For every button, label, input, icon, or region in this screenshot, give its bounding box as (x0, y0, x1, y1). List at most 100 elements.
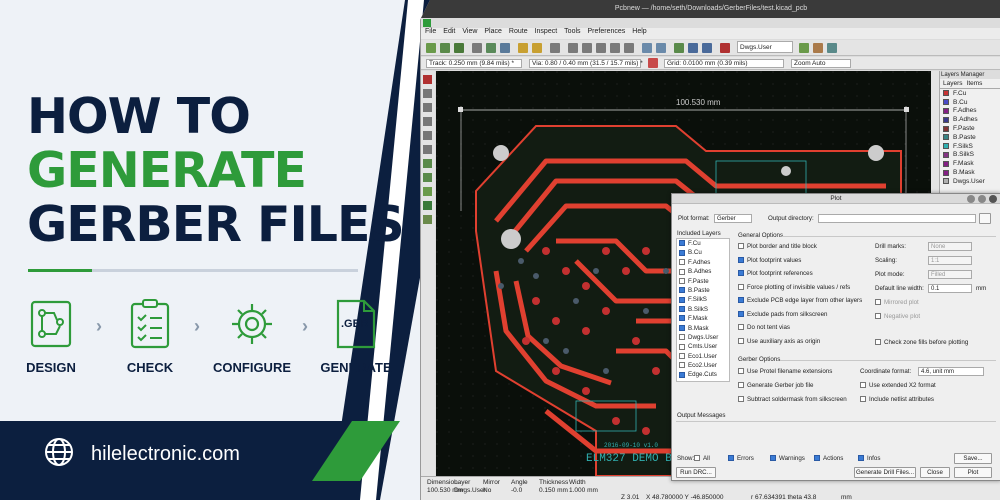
plot-icon[interactable] (500, 43, 510, 53)
layer-row[interactable]: F.Mask (940, 159, 1000, 168)
included-layer-item[interactable]: B.Paste (677, 286, 729, 295)
pad-sketch-icon[interactable] (423, 201, 432, 210)
plot-format-select[interactable]: Gerber (714, 214, 752, 223)
layer-checkbox[interactable] (679, 268, 685, 275)
run-drc-button[interactable]: Run DRC... (676, 467, 716, 478)
menu-item-tools[interactable]: Tools (564, 28, 580, 39)
layer-checkbox[interactable] (679, 353, 685, 360)
layer-checkbox[interactable] (679, 240, 685, 247)
option-checkbox[interactable] (738, 243, 744, 250)
open-board-icon[interactable] (440, 43, 450, 53)
included-layers-list[interactable]: F.Cu B.Cu F.Adhes B.Adhes F.Paste B.Paste F.Si… (676, 238, 730, 382)
via-sketch-icon[interactable] (423, 215, 432, 224)
general-option-checkbox[interactable]: Exclude PCB edge layer from other layers (738, 297, 862, 304)
auto-track-width-icon[interactable] (648, 58, 658, 68)
included-layer-item[interactable]: B.Adhes (677, 267, 729, 276)
layer-checkbox[interactable] (679, 249, 685, 256)
gerber-option-checkbox[interactable]: Subtract soldermask from silkscreen (738, 396, 847, 403)
mirrored-plot-checkbox[interactable]: Mirrored plot (875, 299, 919, 306)
website-url[interactable]: hilelectronic.com (91, 443, 240, 466)
zoom-in-icon[interactable] (582, 43, 592, 53)
option-checkbox[interactable] (738, 382, 744, 389)
layer-checkbox[interactable] (679, 315, 685, 322)
layer-checkbox[interactable] (679, 334, 685, 341)
search-icon[interactable] (550, 43, 560, 53)
units-mm-icon[interactable] (423, 131, 432, 140)
included-layer-item[interactable]: Dwgs.User (677, 333, 729, 342)
layer-row[interactable]: B.Adhes (940, 115, 1000, 124)
general-option-checkbox[interactable]: Plot footprint references (738, 270, 813, 277)
output-directory-input[interactable] (818, 214, 976, 223)
gerber-option-checkbox[interactable]: Generate Gerber job file (738, 382, 813, 389)
option-checkbox[interactable] (738, 310, 744, 317)
module-ratsnest-icon[interactable] (423, 173, 432, 182)
default-line-width-input[interactable]: 0.1 (928, 284, 972, 293)
tab-items[interactable]: Items (967, 80, 983, 87)
generate-drill-files-button[interactable]: Generate Drill Files... (854, 467, 916, 478)
option-checkbox[interactable] (738, 368, 744, 375)
included-layer-item[interactable]: B.SilkS (677, 305, 729, 314)
option-checkbox[interactable] (738, 270, 744, 277)
polar-coords-icon[interactable] (423, 103, 432, 112)
zoom-select[interactable]: Zoom Auto (791, 59, 851, 68)
print-icon[interactable] (486, 43, 496, 53)
save-messages-button[interactable]: Save... (954, 453, 992, 464)
show-filter-errors[interactable]: Errors (728, 455, 754, 462)
coordinate-format-select[interactable]: 4.6, unit mm (918, 367, 984, 376)
layer-pair-icon[interactable] (799, 43, 809, 53)
layer-checkbox[interactable] (679, 324, 685, 331)
maximize-icon[interactable] (978, 195, 986, 203)
layer-select[interactable]: Dwgs.User (737, 41, 793, 53)
general-option-checkbox[interactable]: Do not tent vias (738, 324, 790, 331)
option-checkbox[interactable] (738, 283, 744, 290)
undo-icon[interactable] (518, 43, 528, 53)
layer-row[interactable]: B.Paste (940, 133, 1000, 142)
layer-row[interactable]: F.Adhes (940, 107, 1000, 116)
menu-item-preferences[interactable]: Preferences (588, 28, 626, 39)
layer-row[interactable]: F.SilkS (940, 142, 1000, 151)
filter-checkbox[interactable] (694, 455, 700, 462)
rotate-cw-icon[interactable] (656, 43, 666, 53)
grid-select[interactable]: Grid: 0.0100 mm (0.39 mils) (664, 59, 784, 68)
output-messages-area[interactable] (676, 421, 996, 449)
option-checkbox[interactable] (738, 324, 744, 331)
layer-checkbox[interactable] (679, 259, 685, 266)
zoom-out-icon[interactable] (596, 43, 606, 53)
close-icon[interactable] (989, 195, 997, 203)
menu-item-edit[interactable]: Edit (443, 28, 455, 39)
cursor-shape-icon[interactable] (423, 145, 432, 154)
drc-marker-icon[interactable] (423, 75, 432, 84)
minimize-icon[interactable] (967, 195, 975, 203)
included-layer-item[interactable]: F.Adhes (677, 258, 729, 267)
scripting-icon[interactable] (813, 43, 823, 53)
grid-toggle-icon[interactable] (423, 89, 432, 98)
option-checkbox[interactable] (738, 337, 744, 344)
layer-row[interactable]: B.SilkS (940, 151, 1000, 160)
menu-item-route[interactable]: Route (509, 28, 528, 39)
folder-browse-icon[interactable] (979, 213, 991, 224)
ratsnest-icon[interactable] (423, 159, 432, 168)
menu-item-file[interactable]: File (425, 28, 436, 39)
included-layer-item[interactable]: F.Mask (677, 314, 729, 323)
general-option-checkbox[interactable]: Plot border and title block (738, 243, 817, 250)
layer-checkbox[interactable] (679, 306, 685, 313)
layer-row[interactable]: B.Cu (940, 98, 1000, 107)
layer-checkbox[interactable] (679, 277, 685, 284)
via-size-select[interactable]: Via: 0.80 / 0.40 mm (31.5 / 15.7 mils) * (529, 59, 643, 68)
gerber-option-checkbox[interactable]: Use Protel filename extensions (738, 368, 832, 375)
included-layer-item[interactable]: B.Mask (677, 324, 729, 333)
option-checkbox[interactable] (738, 297, 744, 304)
redo-icon[interactable] (532, 43, 542, 53)
menu-item-place[interactable]: Place (484, 28, 502, 39)
scaling-select[interactable]: 1:1 (928, 256, 972, 265)
plot-button[interactable]: Plot (954, 467, 992, 478)
filter-checkbox[interactable] (858, 455, 864, 462)
zoom-fit-icon[interactable] (610, 43, 620, 53)
zoom-redraw-icon[interactable] (568, 43, 578, 53)
layer-checkbox[interactable] (679, 362, 685, 369)
3d-viewer-icon[interactable] (827, 43, 837, 53)
save-icon[interactable] (454, 43, 464, 53)
drc-bug-icon[interactable] (720, 43, 730, 53)
filter-checkbox[interactable] (770, 455, 776, 462)
footprint-editor-icon[interactable] (688, 43, 698, 53)
